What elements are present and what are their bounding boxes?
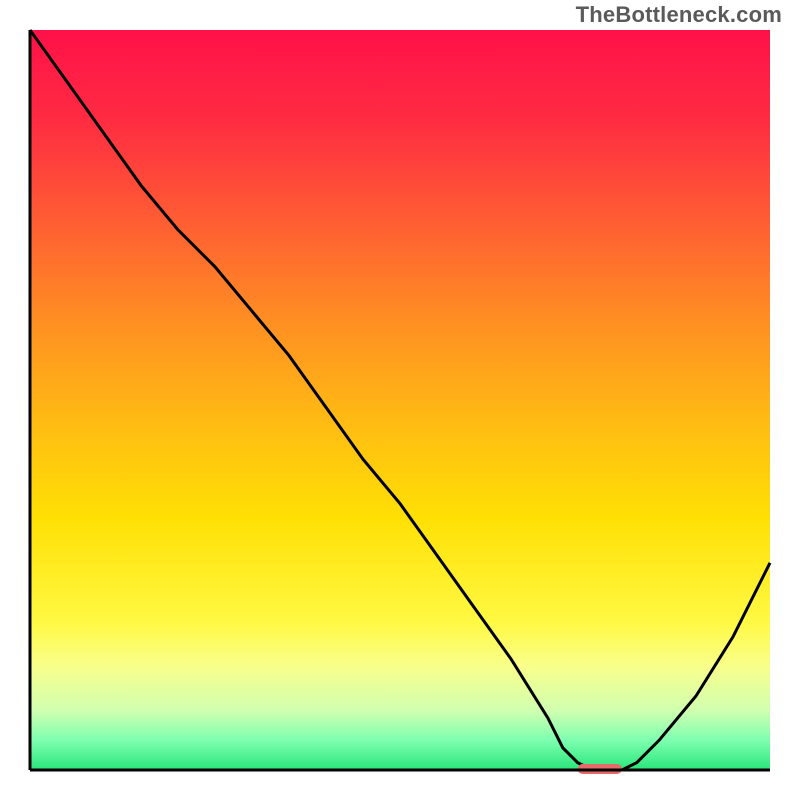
- bottleneck-chart: [0, 0, 800, 800]
- chart-background: [30, 30, 770, 770]
- watermark-text: TheBottleneck.com: [576, 2, 782, 28]
